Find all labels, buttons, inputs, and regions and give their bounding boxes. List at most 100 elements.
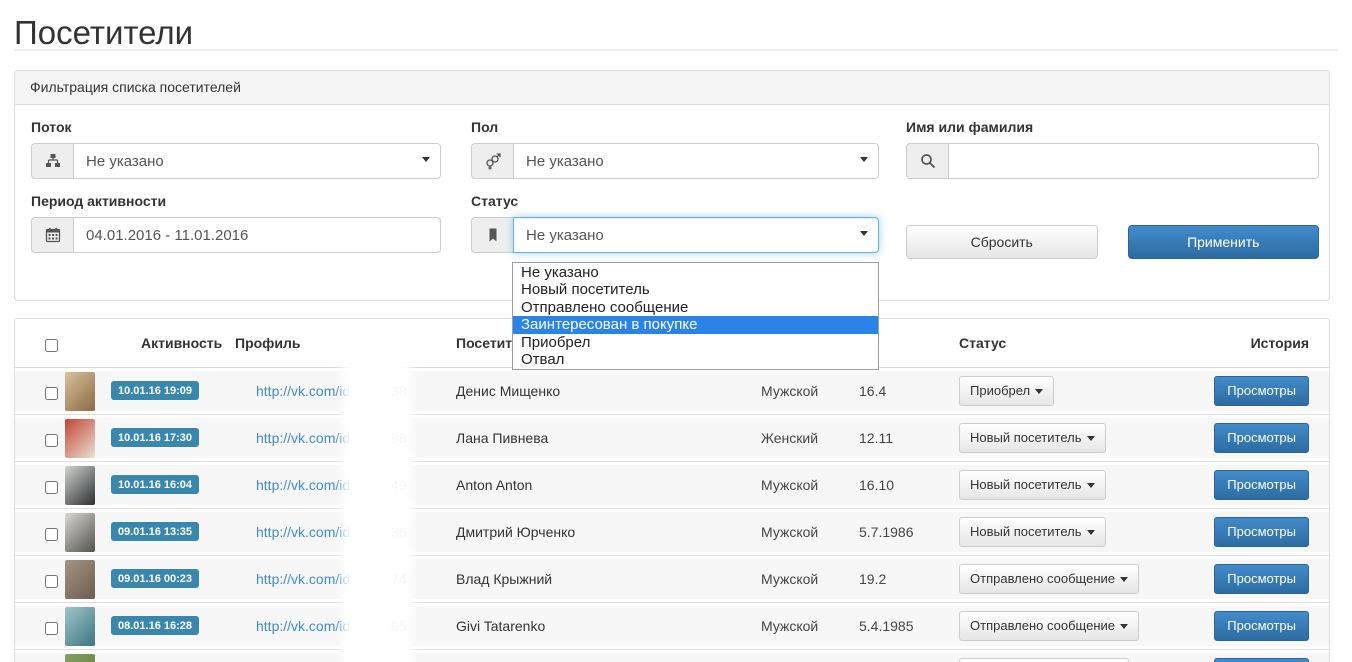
stream-select[interactable]: Не указано: [73, 143, 441, 179]
row-checkbox[interactable]: [45, 622, 58, 635]
status-option[interactable]: Заинтересован в покупке: [513, 316, 878, 333]
views-button[interactable]: Просмотры: [1214, 517, 1309, 547]
status-label: Статус: [471, 193, 879, 209]
visitor-gender: Мужской: [761, 618, 818, 634]
visitor-name: Givi Tatarenko: [456, 618, 545, 634]
table-row: 10.01.16 17:30 http://vk.com/id 98 Лана …: [15, 415, 1329, 462]
visitor-birthday: 12.11: [859, 430, 893, 446]
period-input-value: 04.01.2016 - 11.01.2016: [86, 227, 248, 244]
status-select[interactable]: Не указано: [513, 217, 879, 253]
row-checkbox[interactable]: [45, 434, 58, 447]
row-status-dropdown-button[interactable]: Новый посетитель: [959, 423, 1106, 453]
status-option[interactable]: Приобрел: [513, 334, 878, 351]
status-option[interactable]: Отправлено сообщение: [513, 299, 878, 316]
views-button[interactable]: Просмотры: [1214, 470, 1309, 500]
visitor-gender: Мужской: [761, 524, 818, 540]
period-input[interactable]: 04.01.2016 - 11.01.2016: [73, 217, 441, 253]
activity-badge: 08.01.16 16:28: [111, 616, 199, 635]
sitemap-icon: [31, 143, 73, 179]
views-button[interactable]: Просмотры: [1214, 658, 1309, 662]
page-title: Посетители: [14, 14, 193, 52]
select-all-checkbox[interactable]: [45, 339, 58, 352]
views-button[interactable]: Просмотры: [1214, 376, 1309, 406]
row-status-label: Отправлено сообщение: [970, 571, 1115, 586]
stream-label: Поток: [31, 119, 441, 135]
row-status-dropdown-button[interactable]: Новый посетитель: [959, 517, 1106, 547]
filter-panel-title: Фильтрация списка посетителей: [15, 71, 1329, 105]
column-profile: Профиль: [235, 335, 301, 351]
table-body: 10.01.16 19:09 http://vk.com/id 38 Денис…: [15, 368, 1329, 662]
status-select-dropdown: Не указаноНовый посетительОтправлено соо…: [512, 262, 879, 370]
status-option[interactable]: Новый посетитель: [513, 281, 878, 298]
name-label: Имя или фамилия: [906, 119, 1319, 135]
activity-badge: 10.01.16 17:30: [111, 428, 199, 447]
row-status-dropdown-button[interactable]: Приобрел: [959, 376, 1054, 406]
row-status-label: Новый посетитель: [970, 430, 1082, 445]
row-checkbox[interactable]: [45, 481, 58, 494]
activity-badge: 10.01.16 16:04: [111, 475, 199, 494]
row-checkbox[interactable]: [45, 575, 58, 588]
avatar: [65, 560, 95, 599]
row-status-label: Новый посетитель: [970, 477, 1082, 492]
views-button[interactable]: Просмотры: [1214, 423, 1309, 453]
status-option[interactable]: Отвал: [513, 351, 878, 368]
row-status-label: Приобрел: [970, 383, 1030, 398]
row-status-dropdown-button[interactable]: Отправлено сообщение: [959, 564, 1139, 594]
activity-badge: 09.01.16 13:35: [111, 522, 199, 541]
name-input[interactable]: [948, 143, 1319, 179]
row-status-dropdown-button[interactable]: [959, 658, 1129, 662]
bookmark-icon: [471, 217, 513, 253]
avatar: [65, 419, 95, 458]
table-row: 10.01.16 16:04 http://vk.com/id 49 Anton…: [15, 462, 1329, 509]
column-history: История: [1251, 335, 1309, 351]
stream-field: Поток Не указано: [31, 119, 441, 179]
views-button[interactable]: Просмотры: [1214, 611, 1309, 641]
visitor-name: Влад Крыжний: [456, 571, 552, 587]
column-activity: Активность: [141, 335, 222, 351]
gender-select[interactable]: Не указано: [513, 143, 879, 179]
status-field: Статус Не указано: [471, 193, 879, 253]
visitor-birthday: 19.2: [859, 571, 886, 587]
avatar: [65, 513, 95, 552]
profile-link[interactable]: http://vk.com/id: [256, 383, 350, 399]
reset-button[interactable]: Сбросить: [906, 225, 1098, 259]
status-option[interactable]: Не указано: [513, 264, 878, 281]
calendar-icon: [31, 217, 73, 253]
profile-link[interactable]: http://vk.com/id: [256, 430, 350, 446]
gender-select-value: Не указано: [526, 153, 604, 170]
chevron-down-icon: [1087, 436, 1095, 441]
gender-label: Пол: [471, 119, 879, 135]
apply-button[interactable]: Применить: [1128, 225, 1320, 259]
gender-field: Пол Не указано: [471, 119, 879, 179]
visitors-page: Посетители Фильтрация списка посетителей…: [0, 0, 1352, 662]
row-status-dropdown-button[interactable]: Отправлено сообщение: [959, 611, 1139, 641]
profile-link[interactable]: http://vk.com/id: [256, 618, 350, 634]
search-icon: [906, 143, 948, 179]
column-status: Статус: [959, 335, 1006, 351]
table-row: 08.01.16 16:28 http://vk.com/id 05 Givi …: [15, 603, 1329, 650]
profile-link[interactable]: http://vk.com/id: [256, 524, 350, 540]
visitor-gender: Мужской: [761, 477, 818, 493]
row-status-dropdown-button[interactable]: Новый посетитель: [959, 470, 1106, 500]
period-field: Период активности 04.01.20: [31, 193, 441, 253]
activity-badge: 10.01.16 19:09: [111, 381, 199, 400]
profile-link[interactable]: http://vk.com/id: [256, 477, 350, 493]
profile-link[interactable]: http://vk.com/id: [256, 571, 350, 587]
visitor-name: Anton Anton: [456, 477, 532, 493]
visitor-name: Денис Мищенко: [456, 383, 560, 399]
views-button[interactable]: Просмотры: [1214, 564, 1309, 594]
filter-actions: Сбросить Применить: [906, 225, 1319, 259]
title-divider: [14, 49, 1338, 51]
visitor-gender: Мужской: [761, 383, 818, 399]
table-row: 09.01.16 13:35 http://vk.com/id 36 Дмитр…: [15, 509, 1329, 556]
chevron-down-icon: [1120, 577, 1128, 582]
chevron-down-icon: [860, 157, 868, 162]
avatar: [65, 372, 95, 411]
table-row: 10.01.16 19:09 http://vk.com/id 38 Денис…: [15, 368, 1329, 415]
row-checkbox[interactable]: [45, 387, 58, 400]
name-field: Имя или фамилия: [906, 119, 1319, 179]
row-status-label: Новый посетитель: [970, 524, 1082, 539]
chevron-down-icon: [1035, 389, 1043, 394]
chevron-down-icon: [1087, 530, 1095, 535]
row-checkbox[interactable]: [45, 528, 58, 541]
